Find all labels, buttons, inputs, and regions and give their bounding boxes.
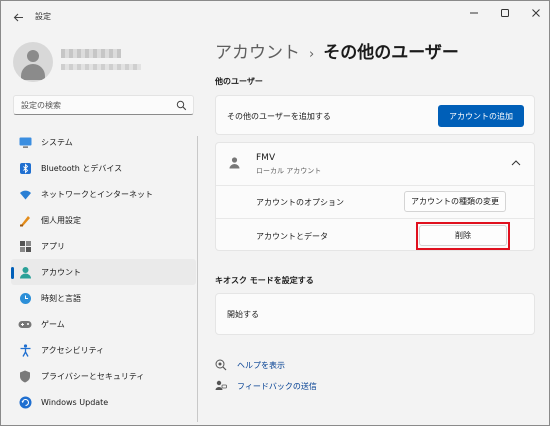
feedback-link[interactable]: フィードバックの送信 [237,381,317,392]
search-icon [176,100,187,111]
windows-update-icon [18,395,32,409]
breadcrumb-accounts[interactable]: アカウント [215,43,300,63]
sidebar-item-label: アプリ [41,241,65,251]
system-icon [18,135,32,149]
settings-window: 設定 設定の検索 システム Bluetooth とデバイス ネットワークとインタ… [0,0,550,426]
title-bar: 設定 [1,1,549,31]
gaming-icon [18,317,32,331]
sidebar-scrollbar[interactable] [197,136,198,422]
breadcrumb: アカウント › その他のユーザー [215,38,459,63]
personalization-icon [18,213,32,227]
accessibility-icon [18,343,32,357]
sidebar-item-time-language[interactable]: 時刻と言語 [11,285,196,311]
sidebar-item-label: プライバシーとセキュリティ [41,371,145,381]
bluetooth-icon [18,161,32,175]
apps-icon [18,239,32,253]
close-button[interactable] [525,5,547,21]
change-account-type-button[interactable]: アカウントの種類の変更 [404,191,506,212]
account-data-label: アカウントとデータ [256,232,328,241]
privacy-icon [18,369,32,383]
sidebar-item-label: 個人用設定 [41,215,81,225]
user-card: FMV ローカル アカウント アカウントのオプション アカウントの種類の変更 ア… [215,142,535,251]
user-email-blurred [61,64,141,70]
sidebar-item-accessibility[interactable]: アクセシビリティ [11,337,196,363]
sidebar-item-windows-update[interactable]: Windows Update [11,389,196,415]
sidebar-item-label: Bluetooth とデバイス [41,163,123,173]
user-icon [229,157,240,169]
sidebar-item-label: アクセシビリティ [41,345,105,355]
search-placeholder: 設定の検索 [21,100,61,110]
accounts-icon [18,265,32,279]
add-user-card: その他のユーザーを追加する アカウントの追加 [215,95,535,135]
network-icon [18,187,32,201]
account-options-label: アカウントのオプション [256,198,344,207]
kiosk-card[interactable]: 開始する [215,293,535,335]
back-button[interactable] [9,8,27,26]
feedback-icon [215,380,227,390]
sidebar-item-bluetooth[interactable]: Bluetooth とデバイス [11,155,196,181]
sidebar-item-label: システム [41,137,73,147]
sidebar-item-apps[interactable]: アプリ [11,233,196,259]
kiosk-section-title: キオスク モードを設定する [215,276,314,285]
user-account-type: ローカル アカウント [256,167,322,175]
sidebar-nav: システム Bluetooth とデバイス ネットワークとインターネット 個人用設… [11,129,196,415]
sidebar-item-personalization[interactable]: 個人用設定 [11,207,196,233]
page-title: その他のユーザー [323,43,459,63]
chevron-up-icon[interactable] [511,159,521,166]
minimize-icon [470,12,478,14]
breadcrumb-separator: › [309,47,315,62]
back-arrow-icon [13,13,23,21]
other-users-section-title: 他のユーザー [215,77,263,86]
add-user-label: その他のユーザーを追加する [227,112,331,121]
time-language-icon [18,291,32,305]
user-name-blurred [61,49,121,58]
sidebar-item-label: ゲーム [41,319,65,329]
avatar [13,42,53,82]
window-title: 設定 [35,12,51,21]
add-account-button[interactable]: アカウントの追加 [438,105,524,127]
kiosk-start-label: 開始する [227,310,259,319]
sidebar-item-label: 時刻と言語 [41,293,81,303]
sidebar-item-accounts[interactable]: アカウント [11,259,196,285]
maximize-icon [501,9,509,17]
close-icon [532,9,540,17]
sidebar-item-gaming[interactable]: ゲーム [11,311,196,337]
sidebar-item-privacy[interactable]: プライバシーとセキュリティ [11,363,196,389]
minimize-button[interactable] [463,5,485,21]
sidebar-item-label: ネットワークとインターネット [41,189,153,199]
help-link[interactable]: ヘルプを表示 [237,360,285,371]
sidebar-item-network[interactable]: ネットワークとインターネット [11,181,196,207]
maximize-button[interactable] [494,5,516,21]
sidebar-item-system[interactable]: システム [11,129,196,155]
highlight-box [416,222,510,250]
sidebar-item-label: Windows Update [41,397,109,407]
help-icon [215,359,227,371]
sidebar-item-label: アカウント [41,267,81,277]
user-name: FMV [256,153,276,163]
search-input[interactable]: 設定の検索 [13,95,194,115]
